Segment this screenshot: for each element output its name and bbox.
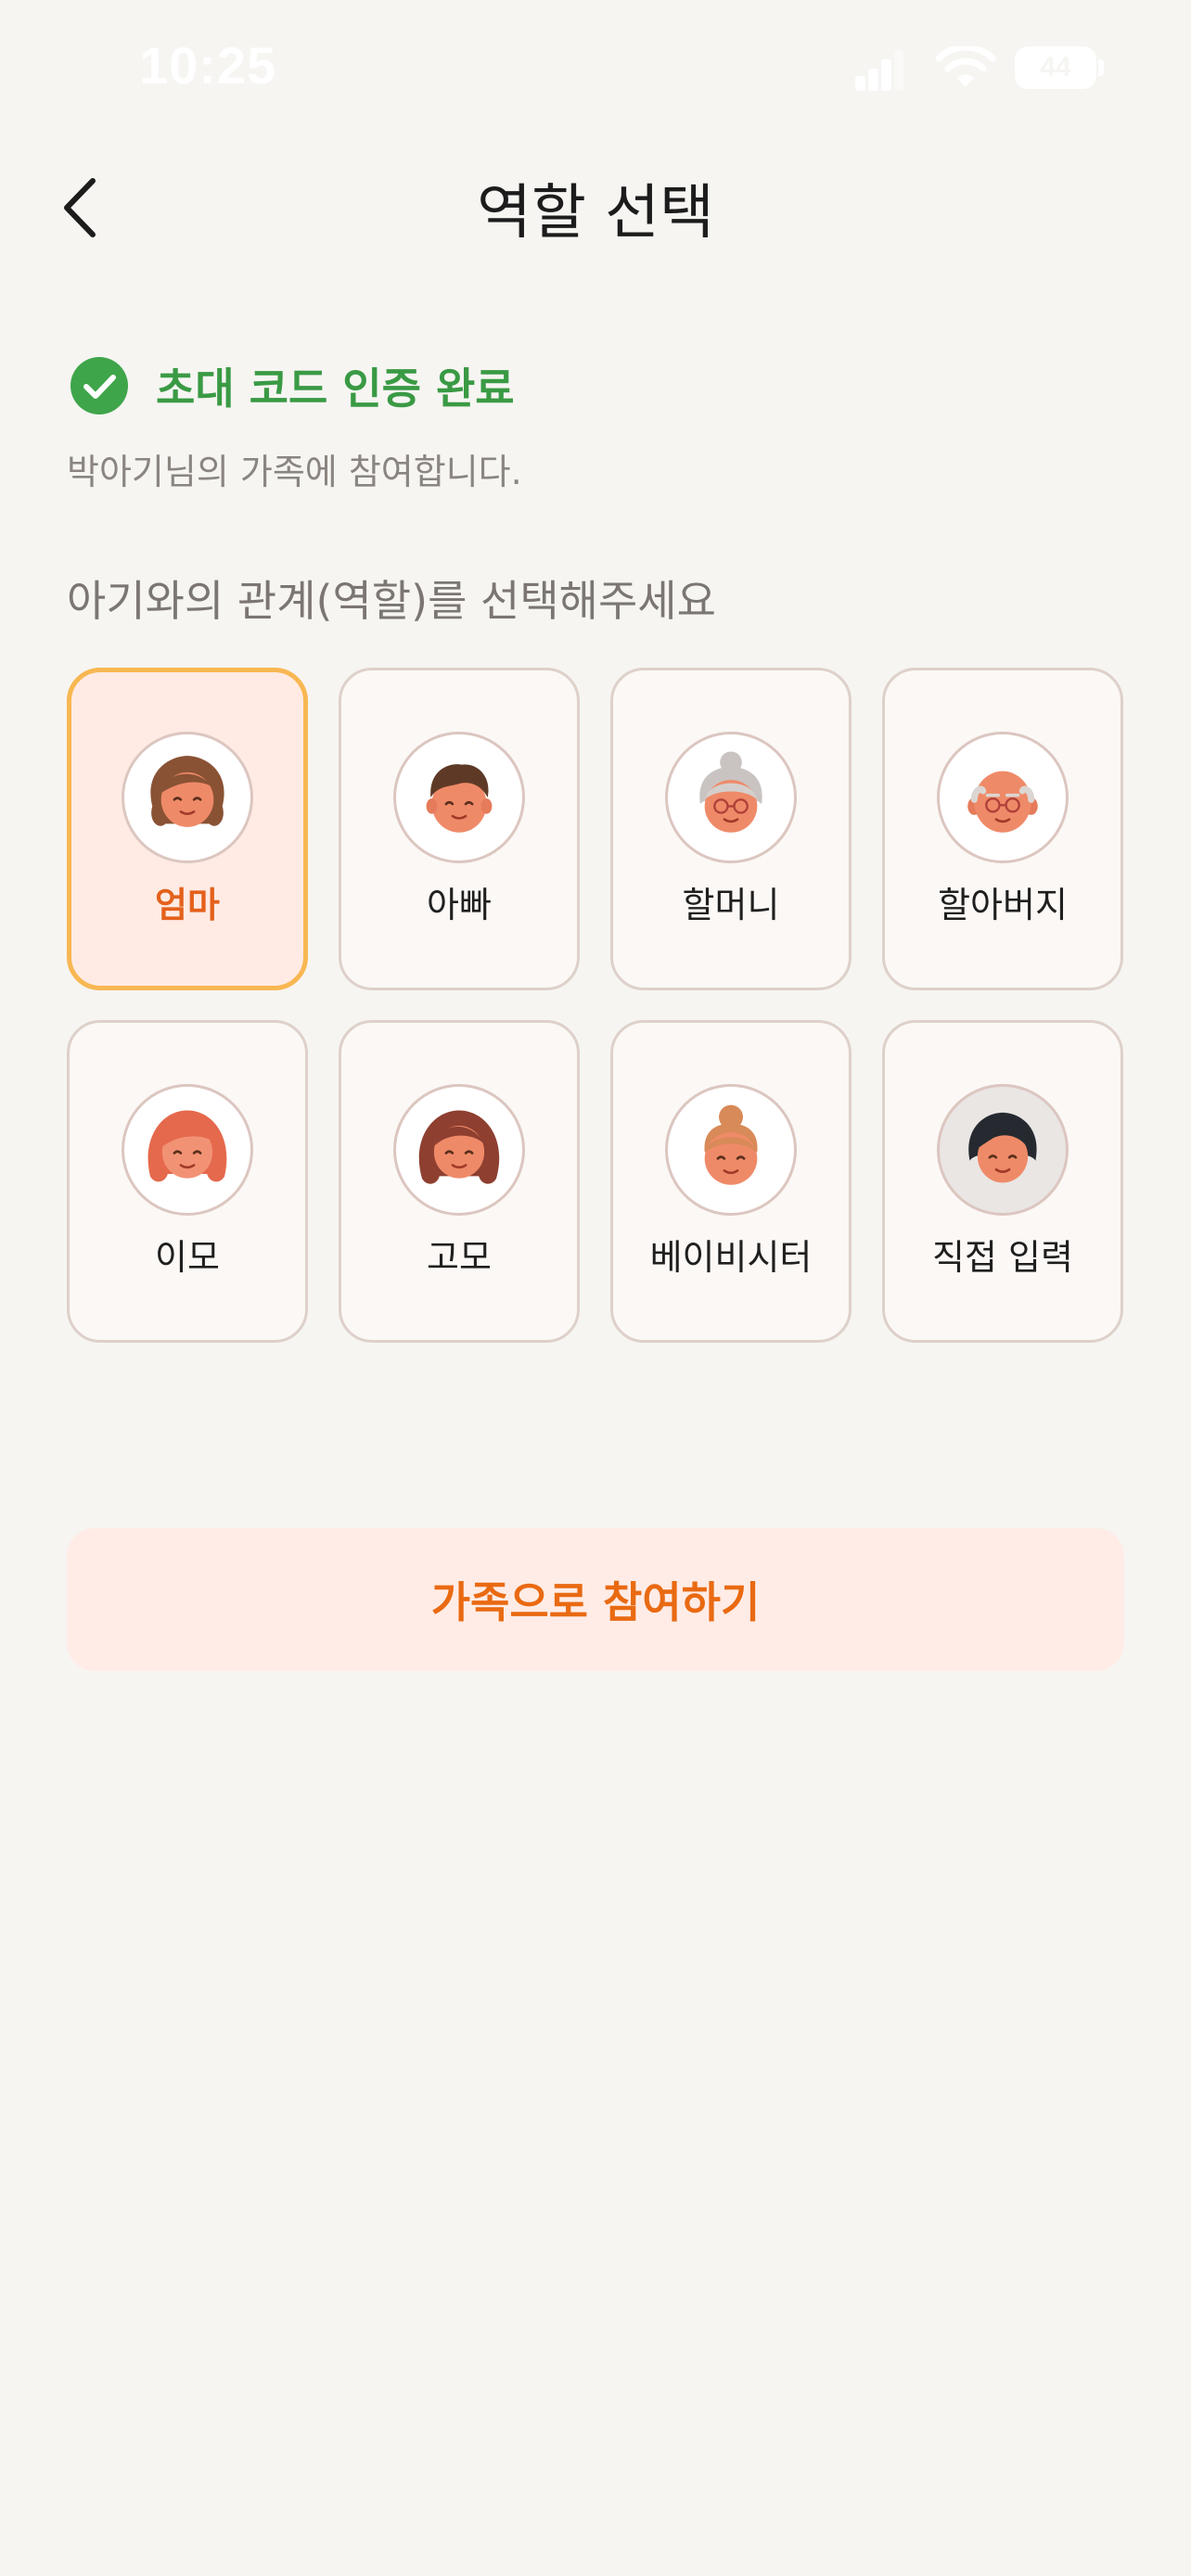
- join-family-label: 가족으로 참여하기: [430, 1577, 761, 1627]
- role-label-dad: 아빠: [427, 885, 492, 925]
- wifi-icon: [935, 46, 996, 87]
- role-label-aunt-paternal: 고모: [427, 1237, 492, 1278]
- role-card-grandma[interactable]: 할머니: [610, 668, 852, 990]
- role-label-babysitter: 베이비시터: [649, 1237, 813, 1278]
- verification-status: 초대 코드 인증 완료: [70, 357, 515, 414]
- role-grid: 엄마 아빠 할머니 할아버지 이모 고모 베이비시터 직접 입력: [67, 668, 1124, 1343]
- dad-avatar-icon: [393, 732, 525, 863]
- role-card-aunt-maternal[interactable]: 이모: [67, 1020, 308, 1343]
- role-label-mom: 엄마: [155, 885, 220, 925]
- role-card-custom[interactable]: 직접 입력: [882, 1020, 1123, 1343]
- page-title: 역할 선택: [477, 179, 714, 248]
- battery-cap: [1098, 59, 1104, 76]
- mom-avatar-icon: [122, 732, 253, 863]
- verification-subtitle: 박아기님의 가족에 참여합니다.: [67, 452, 522, 492]
- role-card-mom[interactable]: 엄마: [67, 668, 308, 990]
- verification-title: 초대 코드 인증 완료: [156, 363, 515, 414]
- role-card-grandpa[interactable]: 할아버지: [882, 668, 1123, 990]
- battery-level: 44: [1040, 52, 1071, 83]
- battery-icon: 44: [1015, 46, 1096, 89]
- custom-avatar-icon: [937, 1084, 1069, 1216]
- role-label-custom: 직접 입력: [932, 1237, 1073, 1278]
- role-card-aunt-paternal[interactable]: 고모: [339, 1020, 580, 1343]
- role-card-babysitter[interactable]: 베이비시터: [610, 1020, 852, 1343]
- join-family-button[interactable]: 가족으로 참여하기: [67, 1528, 1124, 1671]
- grandpa-avatar-icon: [937, 732, 1069, 863]
- aunt-paternal-avatar-icon: [393, 1084, 525, 1216]
- aunt-maternal-avatar-icon: [122, 1084, 253, 1216]
- role-label-grandpa: 할아버지: [938, 885, 1068, 925]
- role-card-dad[interactable]: 아빠: [339, 668, 580, 990]
- babysitter-avatar-icon: [665, 1084, 797, 1216]
- grandma-avatar-icon: [665, 732, 797, 863]
- status-time: 10:25: [139, 36, 277, 95]
- role-label-grandma: 할머니: [682, 885, 780, 925]
- role-prompt: 아기와의 관계(역할)를 선택해주세요: [67, 576, 716, 626]
- role-label-aunt-maternal: 이모: [155, 1237, 220, 1278]
- status-bar: 10:25 44: [0, 0, 1191, 139]
- signal-icon: [855, 50, 903, 91]
- check-circle-icon: [70, 357, 128, 414]
